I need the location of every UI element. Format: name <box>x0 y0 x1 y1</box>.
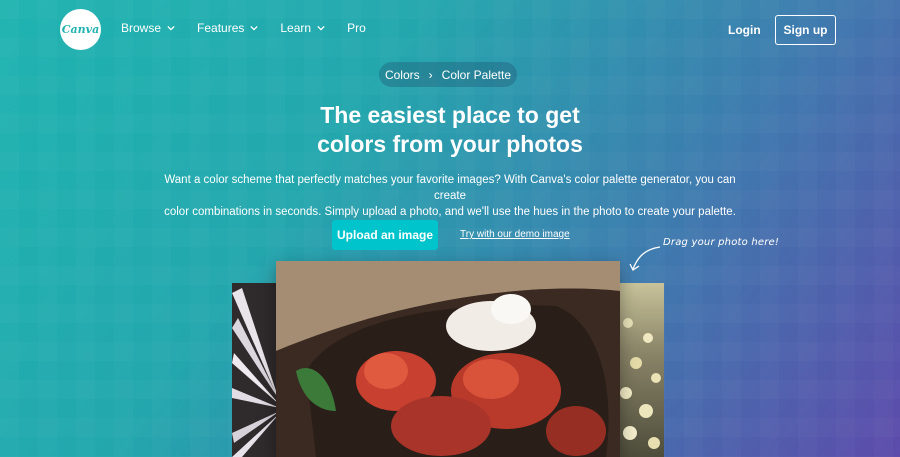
nav-pro[interactable]: Pro <box>347 21 366 35</box>
breadcrumb: Colors › Color Palette <box>379 62 517 87</box>
daisy-photo <box>232 283 280 457</box>
daisy-illustration <box>232 283 280 457</box>
drag-hint-text: Drag your photo here! <box>663 237 780 248</box>
chevron-down-icon <box>250 25 259 31</box>
signup-button[interactable]: Sign up <box>775 15 836 45</box>
nav-label: Learn <box>280 21 312 35</box>
top-navigation: Canva Browse Features Learn Pro Login Si… <box>0 0 900 60</box>
canva-logo[interactable]: Canva <box>60 9 101 50</box>
title-line-1: The easiest place to get <box>320 102 580 128</box>
main-nav: Browse Features Learn Pro <box>121 21 388 35</box>
upload-image-button[interactable]: Upload an image <box>332 220 438 250</box>
flowers-illustration <box>620 318 661 449</box>
tulips-photo <box>276 261 620 457</box>
nav-label: Browse <box>121 21 162 35</box>
flowers-field-photo <box>618 283 664 457</box>
hero-description: Want a color scheme that perfectly match… <box>150 172 750 220</box>
demo-image-link[interactable]: Try with our demo image <box>460 229 570 240</box>
nav-label: Features <box>197 21 245 35</box>
nav-browse[interactable]: Browse <box>121 21 175 35</box>
login-link[interactable]: Login <box>728 23 761 37</box>
curved-arrow-icon <box>629 246 661 271</box>
breadcrumb-parent[interactable]: Colors <box>385 68 420 82</box>
page-title: The easiest place to get colors from you… <box>250 101 650 159</box>
chevron-down-icon <box>317 25 325 31</box>
description-line-1: Want a color scheme that perfectly match… <box>164 174 736 202</box>
title-line-2: colors from your photos <box>317 131 583 157</box>
breadcrumb-current: Color Palette <box>441 67 512 82</box>
chevron-right-icon: › <box>428 67 433 82</box>
nav-features[interactable]: Features <box>197 21 259 35</box>
chevron-down-icon <box>167 25 175 31</box>
nav-learn[interactable]: Learn <box>280 21 325 35</box>
nav-label: Pro <box>347 21 366 35</box>
description-line-2: color combinations in seconds. Simply up… <box>164 206 736 218</box>
tulips-illustration <box>276 261 620 457</box>
logo-text: Canva <box>61 23 100 36</box>
